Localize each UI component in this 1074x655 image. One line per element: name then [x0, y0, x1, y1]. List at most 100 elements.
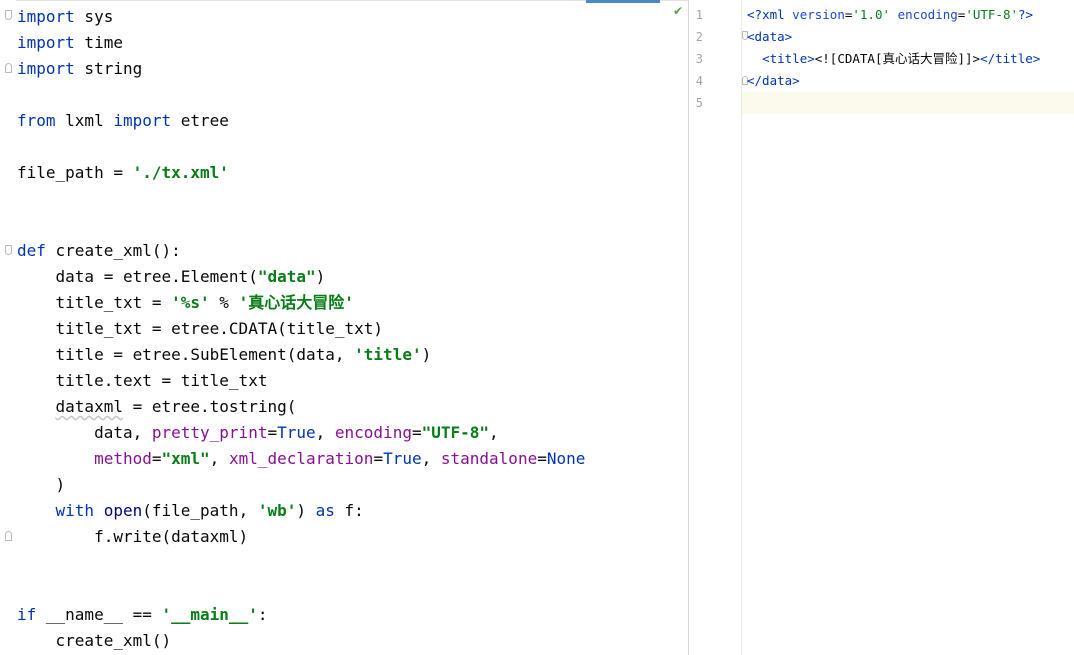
fold-end-icon[interactable]	[5, 531, 12, 541]
code-token: = etree.tostring(	[122, 397, 297, 416]
code-line[interactable]: import time	[17, 30, 585, 56]
code-token: file_path =	[17, 163, 133, 182]
code-token: =	[411, 423, 422, 442]
code-token: )	[315, 267, 326, 286]
line-numbers: 1 2 3 4 5	[689, 4, 703, 114]
code-line[interactable]: data = etree.Element("data")	[17, 264, 585, 290]
fold-start-icon[interactable]	[5, 10, 12, 20]
code-token: string	[74, 59, 143, 78]
code-line[interactable]: f.write(dataxml)	[17, 524, 585, 550]
code-line[interactable]: )	[17, 472, 585, 498]
code-token: =	[537, 449, 547, 468]
line-number: 2	[695, 30, 703, 44]
line-number: 3	[695, 52, 703, 66]
code-line[interactable]: with open(file_path, 'wb') as f:	[17, 498, 585, 524]
line-number: 1	[695, 8, 703, 22]
code-token: create_xml()	[17, 631, 172, 650]
code-token: dataxml	[55, 397, 123, 416]
code-token: from	[17, 111, 56, 130]
code-token: '1.0'	[852, 7, 891, 22]
code-token: ,	[315, 423, 335, 442]
code-line[interactable]: method="xml", xml_declaration=True, stan…	[17, 446, 585, 472]
xml-editor[interactable]: 1 2 3 4 5 <?xml version='1.0' encoding='UTF-…	[689, 0, 1074, 655]
editor-top-border	[0, 0, 688, 1]
code-token: f.write(dataxml)	[17, 527, 249, 546]
code-token: time	[74, 33, 123, 52]
code-line[interactable]: <title><![CDATA[真心话大冒险]]></title>	[747, 48, 1040, 70]
code-token: f:	[334, 501, 364, 520]
code-line[interactable]: ​	[17, 212, 585, 238]
code-line[interactable]: ​	[17, 82, 585, 108]
code-token: import	[17, 59, 75, 78]
code-line[interactable]: ​	[17, 186, 585, 212]
fold-end-icon[interactable]	[5, 63, 12, 73]
code-token: :	[257, 605, 268, 624]
code-line[interactable]: ​	[747, 92, 1040, 114]
code-line[interactable]: title_txt = etree.CDATA(title_txt)	[17, 316, 585, 342]
code-token: </title>	[980, 51, 1041, 66]
code-token: create_xml():	[45, 241, 181, 260]
python-code-area[interactable]: import sysimport timeimport string​from …	[17, 4, 585, 654]
code-token: '%s'	[171, 293, 210, 312]
code-token: version	[792, 7, 845, 22]
code-line[interactable]: if __name__ == '__main__':	[17, 602, 585, 628]
code-token: 'title'	[354, 345, 422, 364]
code-token: =	[151, 449, 162, 468]
code-token: standalone	[440, 449, 538, 468]
code-token: title_txt = etree.CDATA(title_txt)	[17, 319, 384, 338]
code-line[interactable]: create_xml()	[17, 628, 585, 654]
code-line[interactable]: def create_xml():	[17, 238, 585, 264]
code-token: '__main__'	[161, 605, 258, 624]
code-line[interactable]: ​	[17, 576, 585, 602]
code-token: 'wb'	[257, 501, 297, 520]
code-token: ?>	[1018, 7, 1034, 22]
code-line[interactable]: title = etree.SubElement(data, 'title')	[17, 342, 585, 368]
line-number: 4	[695, 74, 703, 88]
code-token: lxml	[55, 111, 114, 130]
fold-start-icon[interactable]	[5, 245, 12, 255]
code-line[interactable]: file_path = './tx.xml'	[17, 160, 585, 186]
code-token: =	[267, 423, 278, 442]
code-token: =	[373, 449, 384, 468]
code-token: as	[315, 501, 335, 520]
code-line[interactable]: import string	[17, 56, 585, 82]
ide-window: ✔ import sysimport timeimport string​fro…	[0, 0, 1074, 655]
code-token: True	[277, 423, 316, 442]
code-token: sys	[74, 7, 114, 26]
code-token: 'UTF-8'	[965, 7, 1018, 22]
code-token: def	[17, 241, 46, 260]
code-line[interactable]: data, pretty_print=True, encoding="UTF-8…	[17, 420, 585, 446]
code-token: <![CDATA[真心话大冒险]]>	[814, 51, 981, 66]
code-line[interactable]: title.text = title_txt	[17, 368, 585, 394]
code-line[interactable]: ​	[17, 134, 585, 160]
code-line[interactable]: from lxml import etree	[17, 108, 585, 134]
python-editor[interactable]: ✔ import sysimport timeimport string​fro…	[0, 0, 688, 655]
code-token: xml_declaration	[228, 449, 374, 468]
code-token: title_txt =	[17, 293, 172, 312]
code-line[interactable]: <data>	[747, 26, 1040, 48]
code-line[interactable]: dataxml = etree.tostring(	[17, 394, 585, 420]
code-line[interactable]: </data>	[747, 70, 1040, 92]
code-token: ,	[209, 449, 229, 468]
active-tab-indicator	[586, 0, 660, 3]
code-token: data,	[17, 423, 152, 442]
code-token: "data"	[257, 267, 316, 286]
code-token: import	[17, 33, 75, 52]
code-line[interactable]: import sys	[17, 4, 585, 30]
code-token: </data>	[747, 73, 800, 88]
code-token: import	[17, 7, 75, 26]
code-token: "xml"	[161, 449, 210, 468]
code-line[interactable]: <?xml version='1.0' encoding='UTF-8'?>	[747, 4, 1040, 26]
code-line[interactable]: title_txt = '%s' % '真心话大冒险'	[17, 290, 585, 316]
code-token: xml	[762, 7, 793, 22]
inspection-ok-icon[interactable]: ✔	[673, 4, 687, 18]
xml-code-area[interactable]: <?xml version='1.0' encoding='UTF-8'?> <d…	[747, 4, 1040, 114]
line-number: 5	[695, 96, 703, 110]
code-line[interactable]: ​	[17, 550, 585, 576]
code-token: import	[113, 111, 172, 130]
